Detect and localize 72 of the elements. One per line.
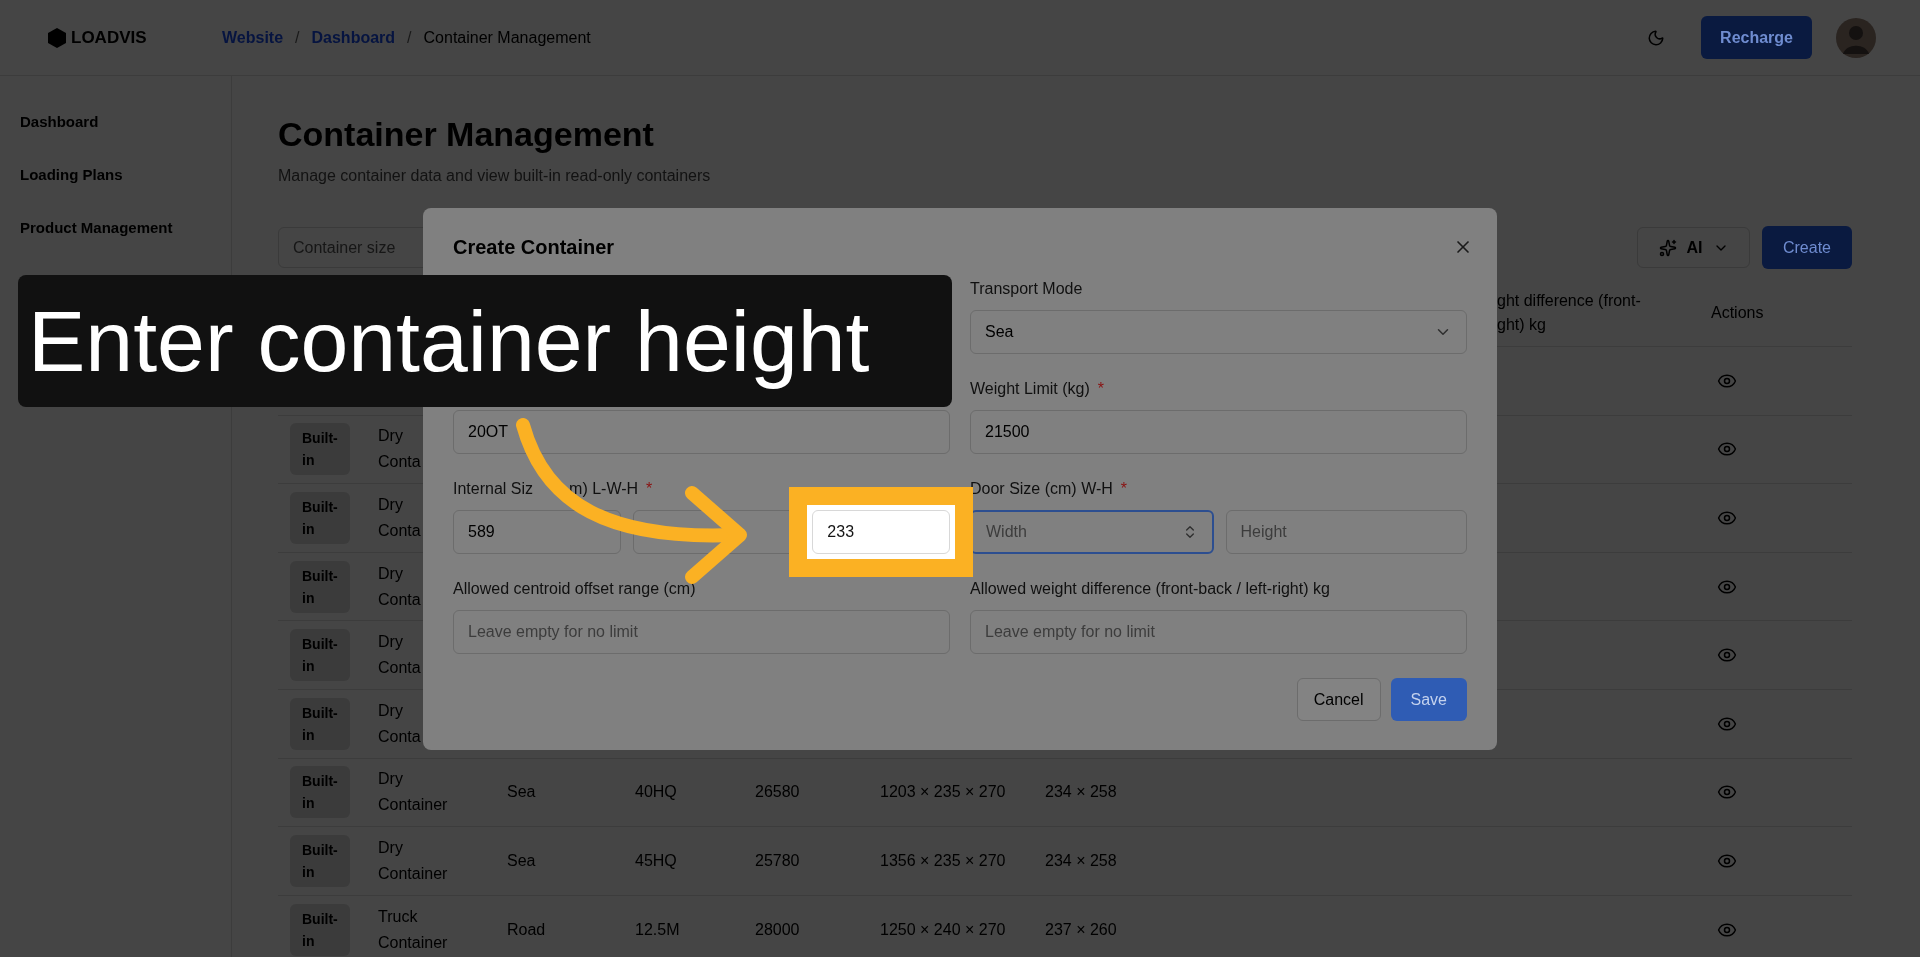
- table-cell-text: Dry Container: [378, 769, 448, 816]
- breadcrumb-separator: /: [407, 27, 412, 48]
- source-badge: Built-in: [290, 423, 350, 476]
- input-field[interactable]: Leave empty for no limit: [970, 610, 1467, 654]
- table-cell-text: 12.5M: [635, 919, 680, 940]
- table-cell-text: 1356 × 235 × 270: [880, 850, 1006, 871]
- table-cell-text: 26580: [755, 782, 800, 803]
- input-field[interactable]: Leave empty for no limit: [453, 610, 950, 654]
- table-cell-text: 45HQ: [635, 850, 677, 871]
- input-field[interactable]: 233: [812, 510, 950, 554]
- breadcrumb-item[interactable]: Website: [222, 25, 284, 50]
- table-cell-text: Dry Conta: [378, 563, 421, 610]
- table-cell-text: 237 × 260: [1045, 919, 1117, 940]
- breadcrumb-item: Container Management: [423, 27, 591, 48]
- source-badge: Built-in: [290, 492, 350, 544]
- caption-text: Enter container height: [28, 291, 870, 391]
- table-cell-text: 1203 × 235 × 270: [880, 782, 1006, 803]
- sidebar-item[interactable]: Product Management: [20, 216, 190, 240]
- input-field[interactable]: 21500: [970, 410, 1467, 454]
- required-mark: *: [646, 479, 653, 499]
- sidebar-item[interactable]: Loading Plans: [20, 163, 190, 187]
- table-cell-text: 234 × 258: [1045, 850, 1117, 871]
- column-header: ght) kg: [1497, 314, 1547, 335]
- avatar[interactable]: [1836, 17, 1876, 58]
- source-badge: Built-in: [290, 629, 350, 682]
- column-header: ght difference (front-: [1497, 290, 1642, 311]
- source-badge: Built-in: [290, 834, 350, 887]
- table-cell-text: Dry Conta: [378, 700, 421, 747]
- sidebar-item[interactable]: Dashboard: [20, 110, 190, 134]
- input-field[interactable]: Width: [970, 510, 1214, 554]
- input-field[interactable]: 589: [453, 510, 621, 554]
- table-cell-text: 28000: [755, 919, 800, 940]
- field-label: Allowed centroid offset range (cm): [453, 579, 696, 599]
- recharge-button[interactable]: Recharge: [1701, 16, 1812, 59]
- breadcrumb-separator: /: [295, 27, 300, 48]
- table-cell-text: Sea: [507, 782, 536, 803]
- sparkle-icon: [1658, 238, 1677, 257]
- save-button[interactable]: Save: [1390, 678, 1467, 721]
- table-cell-text: Dry Conta: [378, 632, 421, 679]
- required-mark: *: [1097, 379, 1104, 399]
- logo-text: LOADVIS: [71, 26, 147, 49]
- theme-toggle-icon[interactable]: [1647, 28, 1666, 47]
- table-cell-text: Sea: [507, 850, 536, 871]
- table-cell-text: 1250 × 240 × 270: [880, 919, 1006, 940]
- view-icon[interactable]: [1717, 508, 1737, 528]
- select-field[interactable]: Sea: [970, 310, 1467, 354]
- source-badge: Built-in: [290, 560, 350, 613]
- input-field[interactable]: Height: [1225, 510, 1467, 554]
- table-cell-text: Dry Conta: [378, 426, 421, 473]
- table-cell-text: 234 × 258: [1045, 782, 1117, 803]
- page-title: Container Management: [278, 114, 655, 155]
- source-badge: Built-in: [290, 903, 350, 956]
- field-label: Allowed weight difference (front-back / left-right) kg: [970, 579, 1330, 599]
- table-cell-text: Road: [507, 919, 546, 940]
- field-label: Internal Siz: [453, 479, 534, 499]
- cancel-button[interactable]: Cancel: [1296, 678, 1381, 721]
- source-badge: Built-in: [290, 697, 350, 750]
- table-cell-text: 25780: [755, 850, 800, 871]
- column-header: Actions: [1711, 302, 1765, 323]
- create-button[interactable]: Create: [1762, 226, 1852, 269]
- table-cell-text: 40HQ: [635, 782, 677, 803]
- field-label: Weight Limit (kg): [970, 379, 1090, 399]
- input-field[interactable]: 20OT: [453, 410, 950, 454]
- table-cell-text: Dry Container: [378, 837, 448, 884]
- required-mark: *: [1120, 479, 1128, 499]
- field-label: Transport Mode: [970, 279, 1083, 299]
- ai-dropdown-button[interactable]: AI: [1637, 227, 1750, 268]
- breadcrumb-item[interactable]: Dashboard: [311, 25, 396, 50]
- table-cell-text: Truck Container: [378, 906, 448, 953]
- table-cell-text: Dry Conta: [378, 495, 421, 541]
- source-badge: Built-in: [290, 766, 350, 819]
- cube-logo-icon: [47, 26, 67, 49]
